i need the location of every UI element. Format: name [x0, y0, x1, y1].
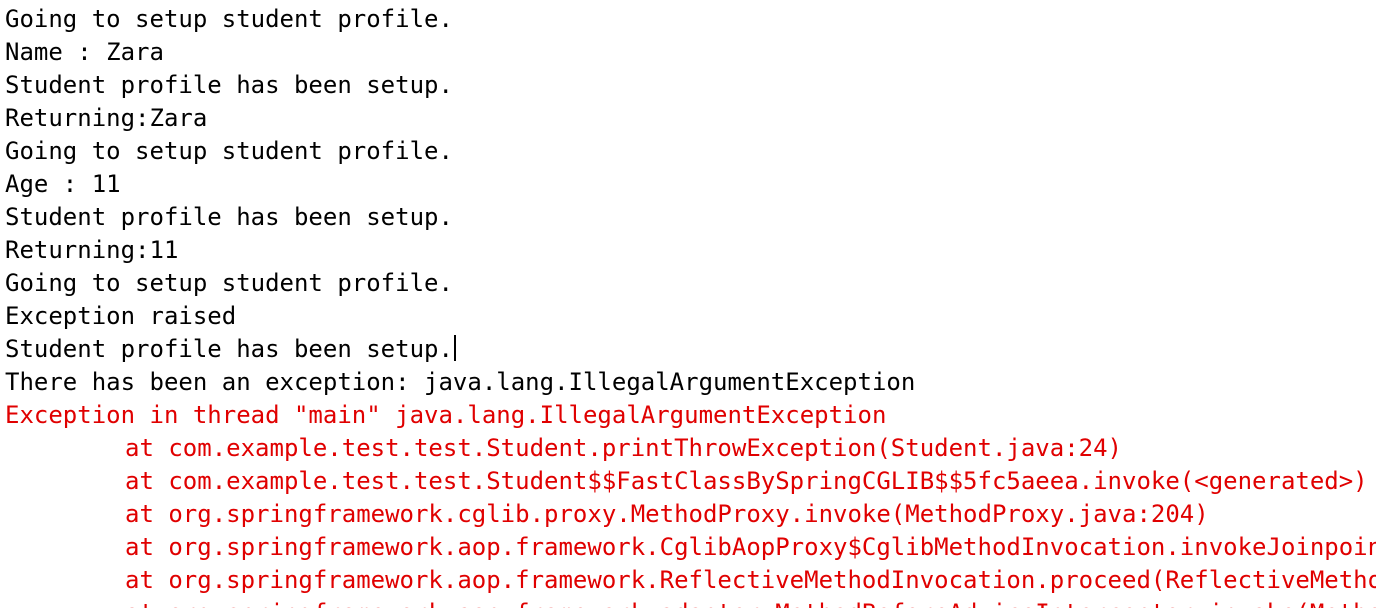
console-line: Going to setup student profile. — [5, 269, 453, 297]
console-line-text: Student profile has been setup. — [5, 335, 453, 363]
console-output[interactable]: Going to setup student profile. Name : Z… — [0, 0, 1376, 608]
console-line: Student profile has been setup. — [5, 203, 453, 231]
stack-trace-line: at com.example.test.test.Student.printTh… — [125, 434, 1122, 462]
console-line: Returning:Zara — [5, 104, 208, 132]
console-line: Name : Zara — [5, 38, 164, 66]
console-line: Exception raised — [5, 302, 237, 330]
console-line-with-caret: Student profile has been setup. — [5, 333, 1376, 366]
stack-trace-line: at org.springframework.aop.framework.Ref… — [125, 566, 1376, 594]
console-line: Age : 11 — [5, 170, 121, 198]
stack-trace-line: at org.springframework.aop.framework.ada… — [5, 597, 1376, 608]
console-line: Going to setup student profile. — [5, 5, 453, 33]
stack-trace-line: at org.springframework.aop.framework.Cgl… — [125, 533, 1376, 561]
stack-trace-line: at com.example.test.test.Student$$FastCl… — [125, 467, 1368, 495]
console-line: Going to setup student profile. — [5, 137, 453, 165]
console-line: Returning:11 — [5, 236, 179, 264]
error-header-line: Exception in thread "main" java.lang.Ill… — [5, 401, 887, 429]
console-lines: Going to setup student profile. Name : Z… — [5, 3, 1376, 608]
console-line: Student profile has been setup. — [5, 71, 453, 99]
console-line: There has been an exception: java.lang.I… — [5, 368, 916, 396]
stack-trace-line: at org.springframework.cglib.proxy.Metho… — [125, 500, 1209, 528]
text-cursor — [453, 335, 456, 361]
